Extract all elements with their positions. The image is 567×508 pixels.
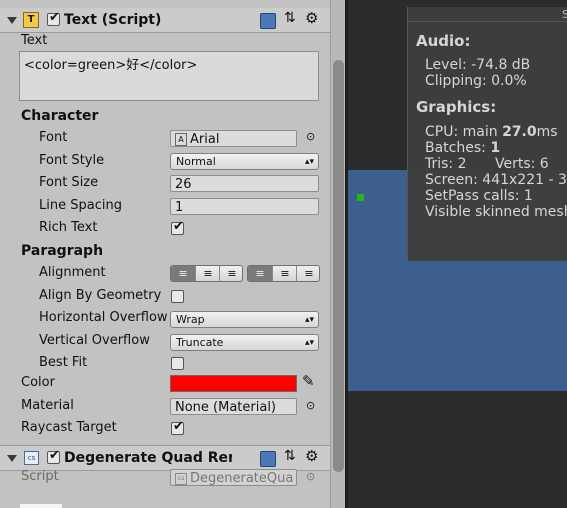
degenerate-quad-title: Degenerate Quad Ren [64,450,232,466]
verts-stat: Verts: 6 [495,156,549,172]
best-fit-checkbox[interactable] [171,357,184,370]
batches-value: 1 [490,140,501,156]
align-bottom-icon[interactable]: ≡ [296,266,319,281]
align-center-icon[interactable]: ≡ [195,266,220,281]
vertical-overflow-value: Truncate [176,336,224,349]
horizontal-overflow-dropdown[interactable]: Wrap ▴▾ [170,311,319,328]
gear-icon[interactable]: ⚙ [305,9,318,27]
preset-settings-icon[interactable]: ⇅ [284,10,296,26]
vertical-overflow-label: Vertical Overflow [39,333,150,348]
object-picker-icon: ⊙ [306,470,316,483]
foldout-arrow-icon[interactable] [7,17,17,24]
stats-tab: S [562,8,567,21]
align-by-geometry-label: Align By Geometry [39,288,162,303]
checkmark-icon: ✔ [49,10,60,25]
cpu-prefix: CPU: main [425,124,503,140]
text-component-enabled-checkbox[interactable]: ✔ [47,10,60,26]
dropdown-arrow-icon: ▴▾ [304,338,314,348]
inspector-scrollbar[interactable] [330,0,345,508]
script-value: DegenerateQua [190,471,294,486]
audio-header: Audio: [416,32,471,50]
align-by-geometry-checkbox[interactable] [171,290,184,303]
cpu-value: 27.0 [502,124,537,140]
cpu-stat: CPU: main 27.0ms [425,124,558,140]
skinned-mesh-stat: Visible skinned mesh [425,204,567,220]
stats-header-divider [408,21,567,22]
inspector-panel: T ✔ Text (Script) ⇅ ⚙ Text <color=green>… [0,0,345,508]
horizontal-overflow-value: Wrap [176,313,205,326]
tris-stat: Tris: 2 [425,156,467,172]
font-label: Font [39,130,68,145]
raycast-target-label: Raycast Target [21,420,117,435]
stats-overlay: S Audio: Level: -74.8 dB Clipping: 0.0% … [407,7,567,261]
align-left-icon[interactable]: ≡ [171,266,195,281]
scrollbar-thumb[interactable] [333,60,344,472]
font-style-label: Font Style [39,153,105,168]
text-area-input[interactable]: <color=green>好</color> [19,51,319,101]
graphics-header: Graphics: [416,98,497,116]
material-field[interactable]: None (Material) [170,398,297,415]
paragraph-header: Paragraph [21,243,104,259]
vertical-alignment-group: ≡ ≡ ≡ [247,265,320,282]
raycast-target-checkbox[interactable]: ✔ [171,419,184,435]
screen-stat: Screen: 441x221 - 3 [425,172,567,188]
color-label: Color [21,375,55,390]
dropdown-arrow-icon: ▴▾ [304,157,314,167]
gear-icon[interactable]: ⚙ [305,447,318,465]
text-label: Text [21,33,48,48]
next-component-strip [20,504,62,508]
align-middle-icon[interactable]: ≡ [272,266,297,281]
line-spacing-label: Line Spacing [39,198,122,213]
font-asset-icon: A [175,133,187,146]
dropdown-arrow-icon: ▴▾ [304,315,314,325]
alignment-label: Alignment [39,265,106,280]
object-picker-icon[interactable]: ⊙ [306,130,315,143]
batches-stat: Batches: 1 [425,140,500,156]
rich-text-checkbox[interactable]: ✔ [171,219,184,235]
align-right-icon[interactable]: ≡ [219,266,242,281]
font-style-value: Normal [176,155,216,168]
preset-settings-icon[interactable]: ⇅ [284,448,296,464]
font-field[interactable]: A Arial [170,130,297,147]
text-component-title: Text (Script) [64,12,162,28]
foldout-arrow-icon[interactable] [7,455,17,462]
character-header: Character [21,108,99,124]
script-field: cs DegenerateQua [170,469,297,486]
degenerate-quad-component-header[interactable]: cs ✔ Degenerate Quad Ren ⇅ ⚙ [0,445,330,471]
eyedropper-icon[interactable]: ✎ [302,372,315,390]
best-fit-label: Best Fit [39,355,88,370]
horizontal-alignment-group: ≡ ≡ ≡ [170,265,243,282]
degenerate-quad-enabled-checkbox[interactable]: ✔ [47,448,60,464]
script-asset-icon: cs [175,473,187,485]
setpass-stat: SetPass calls: 1 [425,188,533,204]
checkmark-icon: ✔ [49,448,60,463]
align-top-icon[interactable]: ≡ [248,266,272,281]
color-swatch[interactable] [170,375,297,392]
script-label: Script [21,469,59,484]
audio-level: Level: -74.8 dB [425,57,531,73]
text-component-icon: T [23,12,39,28]
text-component-header[interactable]: T ✔ Text (Script) ⇅ ⚙ [0,8,330,33]
help-book-icon[interactable] [260,451,276,467]
script-icon: cs [24,451,39,465]
material-label: Material [21,398,74,413]
cpu-suffix: ms [536,124,558,140]
rich-text-label: Rich Text [39,220,98,235]
audio-clipping: Clipping: 0.0% [425,73,527,89]
batches-prefix: Batches: [425,140,491,156]
line-spacing-input[interactable]: 1 [170,198,319,215]
font-value: Arial [190,132,220,147]
font-size-input[interactable]: 26 [170,175,319,192]
checkmark-icon: ✔ [173,419,184,434]
font-style-dropdown[interactable]: Normal ▴▾ [170,153,319,170]
font-size-label: Font Size [39,175,99,190]
vertical-overflow-dropdown[interactable]: Truncate ▴▾ [170,334,319,351]
green-glyph [357,194,364,201]
checkmark-icon: ✔ [173,219,184,234]
help-book-icon[interactable] [260,13,276,29]
object-picker-icon[interactable]: ⊙ [306,399,315,412]
horizontal-overflow-label: Horizontal Overflow [39,310,168,325]
